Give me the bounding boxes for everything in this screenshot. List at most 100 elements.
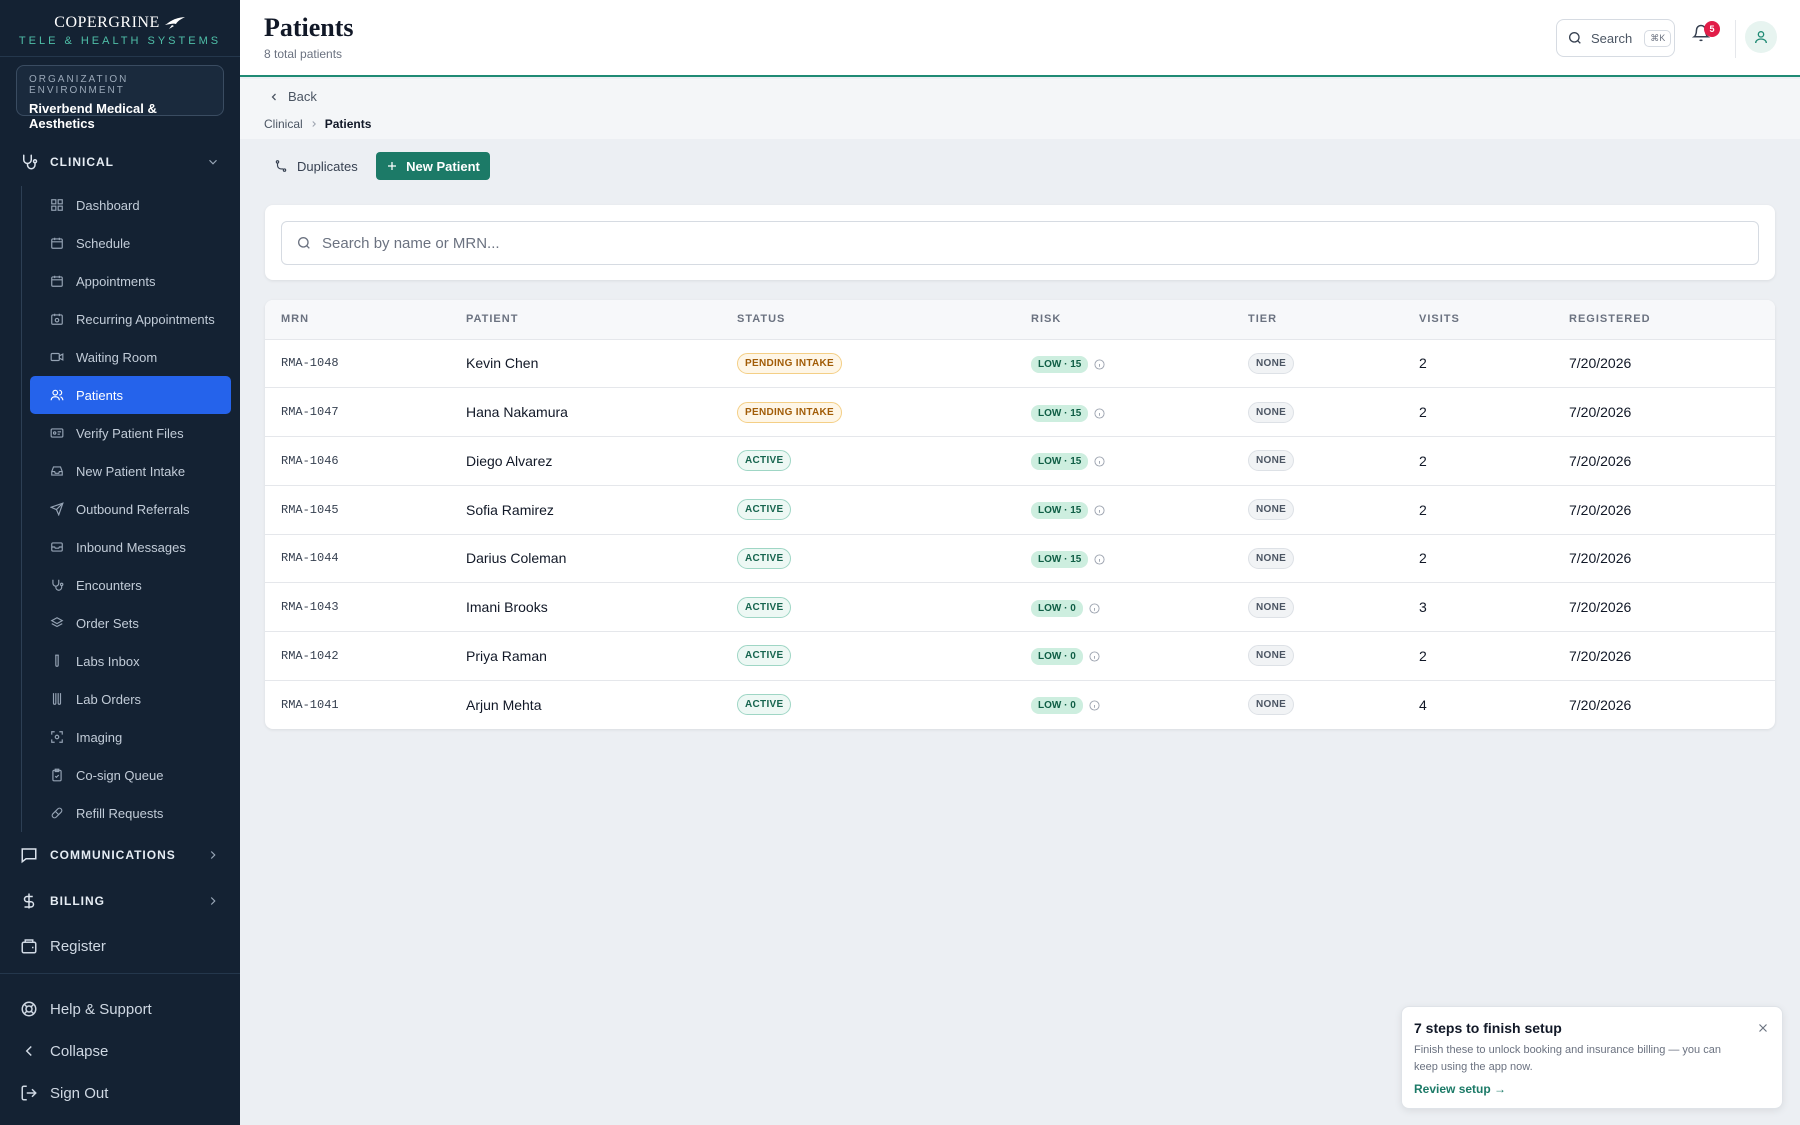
table-row[interactable]: RMA-1042 Priya Raman ACTIVE LOW · 0 NONE… xyxy=(265,632,1775,681)
patient-name-cell[interactable]: Sofia Ramirez xyxy=(450,485,721,534)
info-icon[interactable] xyxy=(1094,554,1105,565)
status-badge: ACTIVE xyxy=(737,499,792,521)
patient-search-input[interactable]: Search by name or MRN... xyxy=(281,221,1759,265)
sidebar-item-lab-orders[interactable]: Lab Orders xyxy=(30,680,231,718)
sidebar-help-support[interactable]: Help & Support xyxy=(0,990,240,1028)
message-square-icon xyxy=(20,846,38,864)
patient-name-cell[interactable]: Imani Brooks xyxy=(450,583,721,632)
sidebar-item-inbound-messages[interactable]: Inbound Messages xyxy=(30,528,231,566)
table-row[interactable]: RMA-1041 Arjun Mehta ACTIVE LOW · 0 NONE… xyxy=(265,680,1775,729)
sidebar-item-new-patient-intake[interactable]: New Patient Intake xyxy=(30,452,231,490)
patient-name-cell[interactable]: Priya Raman xyxy=(450,632,721,681)
status-badge: PENDING INTAKE xyxy=(737,352,843,374)
column-header-mrn[interactable]: MRN xyxy=(265,300,450,340)
sidebar-item-label: Verify Patient Files xyxy=(76,425,184,441)
nav-group-communications[interactable]: COMMUNICATIONS xyxy=(0,837,240,873)
info-icon[interactable] xyxy=(1094,408,1105,419)
breadcrumb-root[interactable]: Clinical xyxy=(264,117,303,131)
setup-toast: 7 steps to finish setup Finish these to … xyxy=(1401,1006,1783,1109)
mrn-cell: RMA-1044 xyxy=(281,551,339,566)
sidebar-item-label: Appointments xyxy=(76,273,156,289)
nav-group-billing[interactable]: BILLING xyxy=(0,883,240,919)
risk-badge: LOW · 15 xyxy=(1031,453,1089,471)
patient-name-cell[interactable]: Arjun Mehta xyxy=(450,680,721,729)
table-row[interactable]: RMA-1046 Diego Alvarez ACTIVE LOW · 15 N… xyxy=(265,437,1775,486)
column-header-visits[interactable]: VISITS xyxy=(1403,300,1553,340)
patient-name-cell[interactable]: Kevin Chen xyxy=(450,339,721,388)
sidebar-sign-out[interactable]: Sign Out xyxy=(0,1074,240,1112)
user-avatar-button[interactable] xyxy=(1745,21,1777,53)
sidebar-item-dashboard[interactable]: Dashboard xyxy=(30,186,231,224)
registered-cell: 7/20/2026 xyxy=(1569,696,1632,713)
sidebar-item-appointments[interactable]: Appointments xyxy=(30,262,231,300)
pill-icon xyxy=(50,806,64,820)
column-header-risk[interactable]: RISK xyxy=(1015,300,1232,340)
column-header-patient[interactable]: PATIENT xyxy=(450,300,721,340)
visits-cell: 3 xyxy=(1419,599,1427,616)
new-patient-button[interactable]: New Patient xyxy=(376,152,490,180)
global-search-button[interactable]: Search ⌘K xyxy=(1556,19,1675,57)
table-header-row: MRN PATIENT STATUS RISK TIER VISITS REGI… xyxy=(265,300,1775,340)
sidebar-item-co-sign-queue[interactable]: Co-sign Queue xyxy=(30,756,231,794)
sidebar-item-label: Order Sets xyxy=(76,615,139,631)
sidebar-item-outbound-referrals[interactable]: Outbound Referrals xyxy=(30,490,231,528)
sidebar-item-refill-requests[interactable]: Refill Requests xyxy=(30,794,231,832)
nav-group-clinical[interactable]: CLINICAL xyxy=(0,144,240,180)
brand-name: COPERGRINE xyxy=(0,14,240,32)
sidebar-item-schedule[interactable]: Schedule xyxy=(30,224,231,262)
merge-icon xyxy=(274,159,288,173)
table-row[interactable]: RMA-1045 Sofia Ramirez ACTIVE LOW · 15 N… xyxy=(265,485,1775,534)
review-setup-link[interactable]: Review setup → xyxy=(1414,1082,1506,1096)
table-row[interactable]: RMA-1048 Kevin Chen PENDING INTAKE LOW ·… xyxy=(265,339,1775,388)
column-header-tier[interactable]: TIER xyxy=(1232,300,1403,340)
column-header-status[interactable]: STATUS xyxy=(721,300,1015,340)
info-icon[interactable] xyxy=(1089,651,1100,662)
back-link[interactable]: Back xyxy=(268,89,317,104)
patient-name-cell[interactable]: Hana Nakamura xyxy=(450,388,721,437)
sidebar-item-label: Waiting Room xyxy=(76,349,158,365)
sidebar-item-label: Co-sign Queue xyxy=(76,767,164,783)
search-icon xyxy=(1567,30,1583,46)
sidebar-item-verify-patient-files[interactable]: Verify Patient Files xyxy=(30,414,231,452)
table-row[interactable]: RMA-1047 Hana Nakamura PENDING INTAKE LO… xyxy=(265,388,1775,437)
info-icon[interactable] xyxy=(1094,505,1105,516)
sidebar-item-patients[interactable]: Patients xyxy=(30,376,231,414)
registered-cell: 7/20/2026 xyxy=(1569,550,1632,567)
info-icon[interactable] xyxy=(1089,700,1100,711)
close-icon[interactable] xyxy=(1756,1021,1770,1035)
sidebar-item-labs-inbox[interactable]: Labs Inbox xyxy=(30,642,231,680)
table-row[interactable]: RMA-1044 Darius Coleman ACTIVE LOW · 15 … xyxy=(265,534,1775,583)
sidebar-item-label: Encounters xyxy=(76,577,142,593)
mrn-cell: RMA-1041 xyxy=(281,697,339,712)
mrn-cell: RMA-1042 xyxy=(281,648,339,663)
tier-cell: NONE xyxy=(1232,339,1403,388)
calendar-icon xyxy=(50,236,64,250)
sidebar-item-label: Inbound Messages xyxy=(76,539,186,555)
org-switcher[interactable]: ORGANIZATION ENVIRONMENT Riverbend Medic… xyxy=(16,65,224,131)
patient-name-cell[interactable]: Diego Alvarez xyxy=(450,437,721,486)
tier-cell: NONE xyxy=(1232,485,1403,534)
table-row[interactable]: RMA-1043 Imani Brooks ACTIVE LOW · 0 NON… xyxy=(265,583,1775,632)
header-divider xyxy=(1735,20,1736,58)
message-box-icon xyxy=(50,540,64,554)
sidebar-item-order-sets[interactable]: Order Sets xyxy=(30,604,231,642)
info-icon[interactable] xyxy=(1094,456,1105,467)
brand[interactable]: COPERGRINE TELE & HEALTH SYSTEMS xyxy=(0,0,240,57)
sidebar-item-imaging[interactable]: Imaging xyxy=(30,718,231,756)
sidebar-item-label: Recurring Appointments xyxy=(76,311,215,327)
sidebar-item-encounters[interactable]: Encounters xyxy=(30,566,231,604)
mrn-cell: RMA-1048 xyxy=(281,356,339,371)
sidebar-item-recurring-appointments[interactable]: Recurring Appointments xyxy=(30,300,231,338)
chevron-right-icon xyxy=(206,848,220,862)
registered-cell: 7/20/2026 xyxy=(1569,452,1632,469)
info-icon[interactable] xyxy=(1094,359,1105,370)
risk-badge: LOW · 0 xyxy=(1031,697,1083,715)
sidebar-item-waiting-room[interactable]: Waiting Room xyxy=(30,338,231,376)
sidebar-register[interactable]: Register xyxy=(0,927,240,965)
sidebar-collapse[interactable]: Collapse xyxy=(0,1032,240,1070)
chevron-right-icon xyxy=(309,119,319,129)
column-header-registered[interactable]: REGISTERED xyxy=(1553,300,1775,340)
patient-name-cell[interactable]: Darius Coleman xyxy=(450,534,721,583)
duplicates-button[interactable]: Duplicates xyxy=(274,152,358,180)
info-icon[interactable] xyxy=(1089,603,1100,614)
